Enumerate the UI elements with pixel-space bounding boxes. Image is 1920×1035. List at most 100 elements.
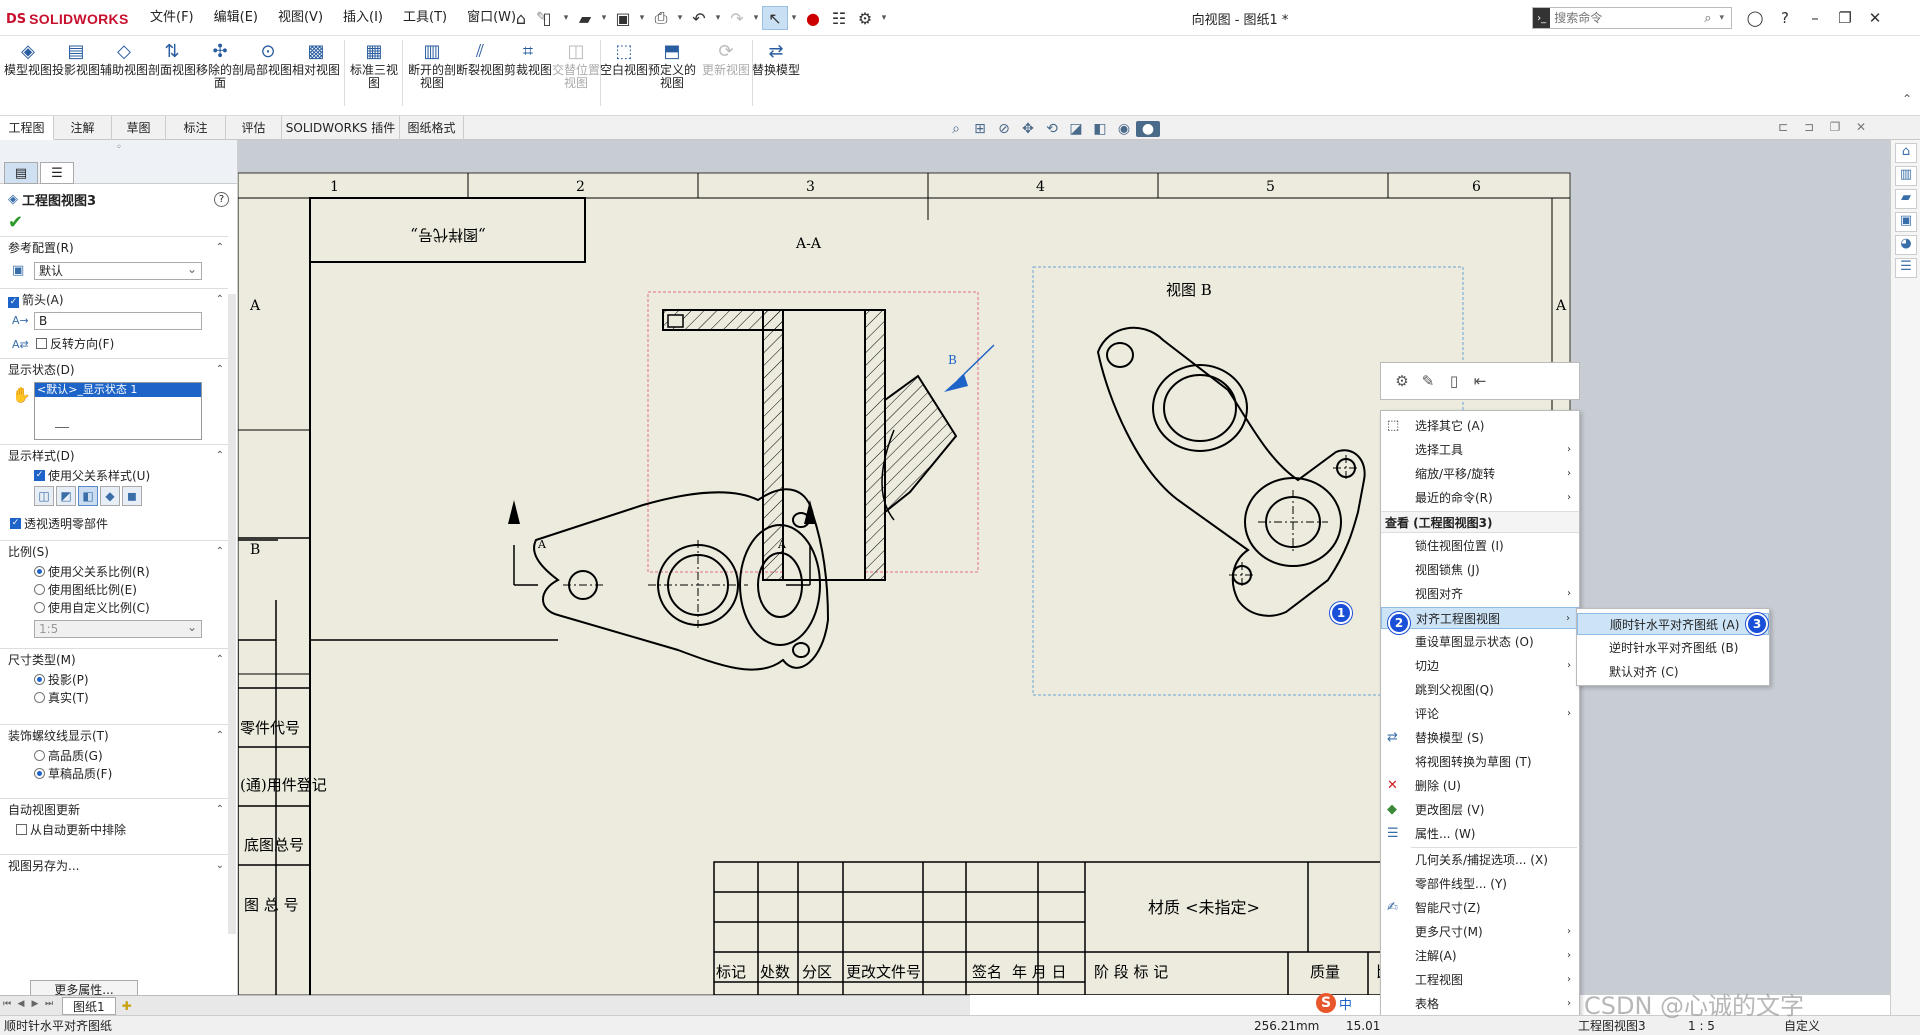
menu-item[interactable]: 工程视图 › xyxy=(1381,969,1579,991)
custom-scale-select[interactable]: 1:5 xyxy=(34,619,202,638)
detail-view-button[interactable]: ⊙ 局部视图 xyxy=(244,38,292,110)
user-account-icon[interactable]: ◯ xyxy=(1740,6,1770,30)
restore-icon[interactable]: ❐ xyxy=(1830,6,1860,30)
exclude-auto-update-row[interactable]: 从自动更新中排除 xyxy=(6,820,126,838)
menu-item[interactable]: 切边 › xyxy=(1381,655,1579,677)
tab-annotation[interactable]: 注解 xyxy=(54,116,112,140)
menu-item[interactable]: ✕ 删除 (U) xyxy=(1381,775,1579,797)
scale-custom-radio[interactable] xyxy=(34,601,45,613)
dim-type-projected[interactable]: 投影(P) xyxy=(24,670,89,688)
menu-item[interactable]: 视图对齐 › xyxy=(1381,583,1579,605)
auxiliary-view-button[interactable]: ◇ 辅助视图 xyxy=(100,38,148,110)
menu-item[interactable]: 最近的命令(R) › xyxy=(1381,487,1579,509)
help-icon[interactable]: ? xyxy=(214,192,229,207)
menu-item[interactable]: 注解(A) › xyxy=(1381,945,1579,967)
ok-check-icon[interactable]: ✔ xyxy=(8,212,23,233)
tab-evaluate[interactable]: 评估 xyxy=(226,116,282,140)
rotate-icon[interactable]: ⟲ xyxy=(1040,121,1064,137)
menu-item[interactable]: 视图锁焦 (J) xyxy=(1381,559,1579,581)
custom-properties-icon[interactable]: ☰ xyxy=(1895,258,1917,278)
menu-item[interactable]: 选择工具 › xyxy=(1381,439,1579,461)
menu-file[interactable]: 文件(F) xyxy=(140,9,204,27)
open-folder-icon[interactable]: ▰ xyxy=(572,6,598,30)
section-header[interactable]: 显示样式(D) ⌃ xyxy=(0,444,228,466)
section-header[interactable]: 参考配置(R) ⌃ xyxy=(0,236,228,258)
model-view-button[interactable]: ◈ 模型视图 xyxy=(4,38,52,110)
drawing-canvas[interactable]: 1 2 3 4 5 6 A B A „图样代号„ A-A B 视图 B A A … xyxy=(238,140,1890,995)
collapse-chevron-icon[interactable]: ⌃ xyxy=(216,237,224,259)
submenu-item-default-align[interactable]: 默认对齐 (C) xyxy=(1577,661,1769,683)
home-icon[interactable]: ⌂ xyxy=(508,6,534,30)
section-header[interactable]: 自动视图更新 ⌃ xyxy=(0,798,228,820)
solidworks-logo[interactable]: DS SOLIDWORKS xyxy=(6,9,129,29)
crop-view-button[interactable]: ⌗ 剪裁视图 xyxy=(504,38,552,110)
reference-config-select[interactable]: 默认 xyxy=(34,261,202,280)
menu-item[interactable]: ⇄ 替换模型 (S) xyxy=(1381,727,1579,749)
menu-item[interactable]: 更多尺寸(M) › xyxy=(1381,921,1579,943)
section-header[interactable]: 视图另存为... ⌄ xyxy=(0,854,228,876)
prev-sheet-icon[interactable]: ◀ xyxy=(14,999,28,1013)
tab-drawing[interactable]: 工程图 xyxy=(0,116,54,140)
redo-icon[interactable]: ↷ xyxy=(724,6,750,30)
more-properties-button[interactable]: 更多属性... xyxy=(30,980,138,995)
collapse-chevron-icon[interactable]: ⌃ xyxy=(216,725,224,747)
update-view-button[interactable]: ⟳ 更新视图 xyxy=(702,38,750,110)
feature-manager-tab[interactable]: ▤ xyxy=(4,162,38,184)
thread-high-quality[interactable]: 高品质(G) xyxy=(24,746,103,764)
thread-draft-quality[interactable]: 草稿品质(F) xyxy=(24,764,112,782)
submenu-item-align-counterclockwise[interactable]: 逆时针水平对齐图纸 (B) xyxy=(1577,637,1769,659)
redo-dropdown-icon[interactable]: ▾ xyxy=(750,6,762,30)
transparent-components-row[interactable]: ✓ 透视透明零部件 xyxy=(0,514,108,532)
arrow-checkbox[interactable]: ✓ xyxy=(8,296,19,308)
ribbon-collapse-icon[interactable]: ⌃ xyxy=(1902,92,1912,106)
tab-markup[interactable]: 标注 xyxy=(166,116,226,140)
undo-icon[interactable]: ↶ xyxy=(686,6,712,30)
canvas-close-icon[interactable]: ✕ xyxy=(1848,120,1874,134)
menu-item[interactable]: 将视图转换为草图 (T) xyxy=(1381,751,1579,773)
new-document-icon[interactable]: ▯ xyxy=(534,6,560,30)
minimize-icon[interactable]: – xyxy=(1800,6,1830,30)
section-header[interactable]: 比例(S) ⌃ xyxy=(0,540,228,562)
menu-insert[interactable]: 插入(I) xyxy=(333,9,393,27)
menu-item[interactable]: ⬚ 选择其它 (A) xyxy=(1381,415,1579,437)
shaded-edges-style-icon[interactable]: ◆ xyxy=(100,486,120,506)
menu-item[interactable]: ✍ 智能尺寸(Z) xyxy=(1381,897,1579,919)
zoom-to-area-icon[interactable]: ⊞ xyxy=(968,121,992,137)
scale-option-parent[interactable]: 使用父关系比例(R) xyxy=(24,562,150,580)
section-header[interactable]: ✓ 箭头(A) ⌃ xyxy=(0,288,228,310)
replace-model-button[interactable]: ⇄ 替换模型 xyxy=(752,38,800,110)
collapse-chevron-icon[interactable]: ⌃ xyxy=(216,445,224,467)
reverse-direction-checkbox[interactable] xyxy=(36,337,47,349)
shaded-style-icon[interactable]: ◼ xyxy=(122,486,142,506)
pan-icon[interactable]: ✥ xyxy=(1016,121,1040,137)
file-properties-icon[interactable]: ☷ xyxy=(826,6,852,30)
menu-item[interactable]: 跳到父视图(Q) xyxy=(1381,679,1579,701)
relative-view-button[interactable]: ▩ 相对视图 xyxy=(292,38,340,110)
standard-3-view-button[interactable]: ▦ 标准三视图 xyxy=(350,38,398,110)
alternate-position-button[interactable]: ◫ 交替位置视图 xyxy=(552,38,600,110)
scale-parent-radio[interactable] xyxy=(34,565,45,577)
display-style-icon[interactable]: ◧ xyxy=(1088,121,1112,137)
view-palette-icon[interactable]: ▣ xyxy=(1895,212,1917,232)
property-manager-tab[interactable]: ☰ xyxy=(40,162,74,184)
menu-item[interactable]: ☰ 属性... (W) xyxy=(1381,823,1579,845)
appearances-icon[interactable]: ◕ xyxy=(1895,235,1917,255)
print-dropdown-icon[interactable]: ▾ xyxy=(674,6,686,30)
save-icon[interactable]: ▣ xyxy=(610,6,636,30)
collapse-chevron-icon[interactable]: ⌃ xyxy=(216,649,224,671)
hidden-visible-style-icon[interactable]: ◩ xyxy=(56,486,76,506)
true-radio[interactable] xyxy=(34,691,45,703)
collapse-chevron-icon[interactable]: ⌃ xyxy=(216,541,224,563)
file-explorer-icon[interactable]: ▰ xyxy=(1895,189,1917,209)
section-header[interactable]: 装饰螺纹线显示(T) ⌃ xyxy=(0,724,228,746)
next-sheet-icon[interactable]: ▶ xyxy=(28,999,42,1013)
expand-chevron-icon[interactable]: ⌄ xyxy=(216,855,224,877)
menu-tools[interactable]: 工具(T) xyxy=(393,9,457,27)
collapse-chevron-icon[interactable]: ⌃ xyxy=(216,289,224,311)
predefined-view-button[interactable]: ⬒ 预定义的视图 xyxy=(648,38,696,110)
tab-sheet-format[interactable]: 图纸格式 xyxy=(400,116,464,140)
wireframe-style-icon[interactable]: ◫ xyxy=(34,486,54,506)
menu-item[interactable]: 零部件线型... (Y) xyxy=(1381,873,1579,895)
menu-view[interactable]: 视图(V) xyxy=(268,9,333,27)
use-parent-style-row[interactable]: ✓ 使用父关系样式(U) xyxy=(24,466,150,484)
